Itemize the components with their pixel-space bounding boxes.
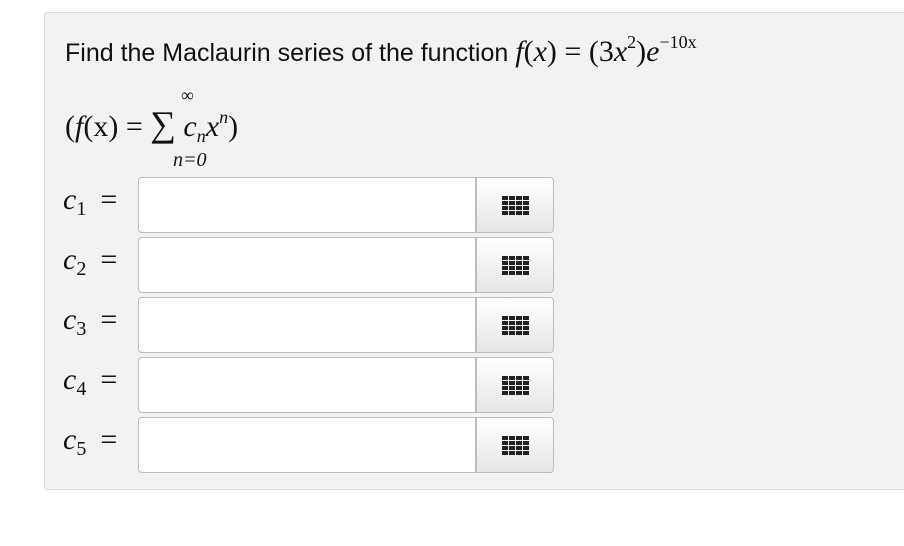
series-term-sub: n	[196, 126, 206, 146]
keypad-button-1[interactable]	[476, 177, 554, 233]
coefficient-var: c	[63, 183, 77, 216]
prompt-text: Find the Maclaurin series of the functio…	[65, 39, 516, 67]
keypad-button-5[interactable]	[476, 417, 554, 473]
coefficient-var: c	[63, 423, 77, 456]
question-prompt: Find the Maclaurin series of the functio…	[65, 32, 697, 69]
function-arg: x	[533, 35, 547, 68]
coefficient-label: c3 =	[63, 303, 118, 340]
coefficient-index: 3	[76, 318, 87, 340]
series-term-c: c	[183, 110, 197, 143]
function-body-exponent: 2	[627, 32, 637, 52]
coefficient-label: c4 =	[63, 363, 118, 400]
series-term-exp: n	[219, 107, 229, 127]
sigma-symbol: ∑	[150, 104, 176, 144]
coefficient-equals: =	[100, 303, 118, 336]
keypad-grid-icon	[502, 436, 529, 455]
coefficient-label: c5 =	[63, 423, 118, 460]
series-term-x: x	[205, 110, 220, 143]
function-body-x: x	[613, 35, 628, 68]
keypad-grid-icon	[502, 316, 529, 335]
question-panel: Find the Maclaurin series of the functio…	[44, 12, 904, 490]
coefficient-index: 2	[76, 258, 87, 280]
coefficient-input-5[interactable]	[138, 417, 476, 473]
function-body-start: (3	[588, 35, 614, 68]
keypad-button-3[interactable]	[476, 297, 554, 353]
function-equals: =	[556, 35, 589, 68]
keypad-button-4[interactable]	[476, 357, 554, 413]
series-form: ∞ (f(x) = ∑ cnxn) n=0	[65, 85, 365, 185]
coefficient-row-2: c2 =	[45, 233, 605, 293]
function-e-exponent: −10x	[659, 32, 697, 52]
function-lparen: (	[523, 35, 534, 68]
sigma-lower-limit: n=0	[173, 149, 207, 171]
coefficient-index: 1	[76, 198, 87, 220]
series-expression: (f(x) = ∑ cnxn)	[65, 103, 239, 146]
coefficient-equals: =	[100, 243, 118, 276]
coefficient-equals: =	[100, 423, 118, 456]
coefficient-label: c2 =	[63, 243, 118, 280]
coefficient-index: 4	[76, 378, 87, 400]
coefficient-equals: =	[100, 363, 118, 396]
coefficient-var: c	[63, 243, 77, 276]
coefficient-index: 5	[76, 438, 87, 460]
coefficient-row-4: c4 =	[45, 353, 605, 413]
series-args: (x)	[83, 110, 119, 143]
function-name: f	[515, 35, 524, 68]
function-rparen: )	[546, 35, 557, 68]
keypad-grid-icon	[502, 196, 529, 215]
series-equals: =	[118, 110, 151, 143]
function-e: e	[646, 35, 660, 68]
keypad-grid-icon	[502, 376, 529, 395]
coefficient-var: c	[63, 363, 77, 396]
coefficient-row-3: c3 =	[45, 293, 605, 353]
series-rparen: )	[228, 110, 239, 143]
coefficient-input-1[interactable]	[138, 177, 476, 233]
coefficient-input-3[interactable]	[138, 297, 476, 353]
coefficient-input-2[interactable]	[138, 237, 476, 293]
coefficient-label: c1 =	[63, 183, 118, 220]
keypad-grid-icon	[502, 256, 529, 275]
keypad-button-2[interactable]	[476, 237, 554, 293]
function-body-close: )	[636, 35, 647, 68]
function-expression: f(x) = (3x2)e−10x	[515, 32, 697, 68]
series-lparen: (	[65, 110, 75, 143]
coefficient-row-5: c5 =	[45, 413, 605, 473]
coefficient-equals: =	[100, 183, 118, 216]
coefficient-input-4[interactable]	[138, 357, 476, 413]
coefficient-row-1: c1 =	[45, 173, 605, 233]
coefficient-var: c	[63, 303, 77, 336]
